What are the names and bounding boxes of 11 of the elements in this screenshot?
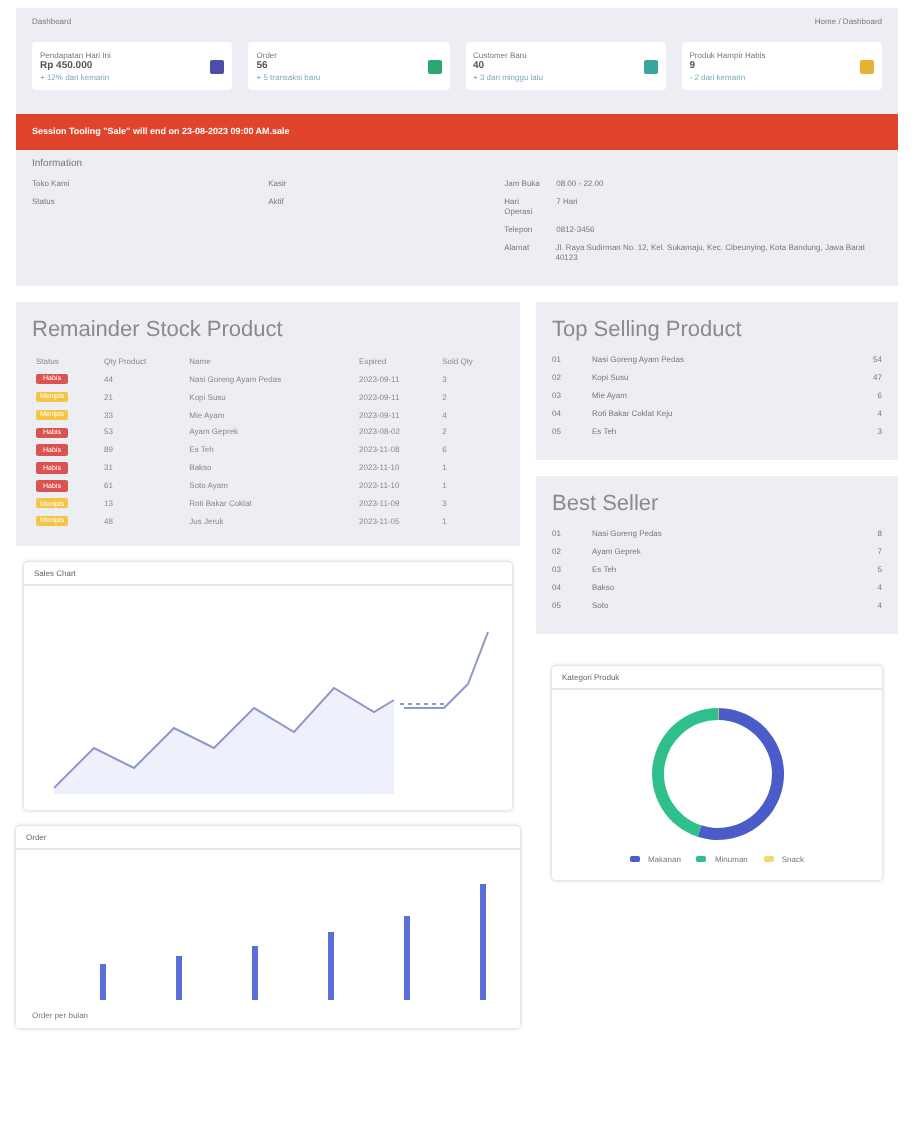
donut-ring <box>651 707 783 840</box>
section-heading: Remainder Stock Product <box>32 318 285 346</box>
bar <box>252 945 258 1000</box>
bar <box>480 883 486 1000</box>
section-heading: Top Selling Product <box>552 318 744 346</box>
forecast-line <box>399 702 445 705</box>
section-heading: Best Seller <box>552 491 661 520</box>
bar <box>100 963 106 1000</box>
bar <box>328 931 334 1000</box>
bar <box>404 915 410 1000</box>
bar <box>176 955 182 1000</box>
